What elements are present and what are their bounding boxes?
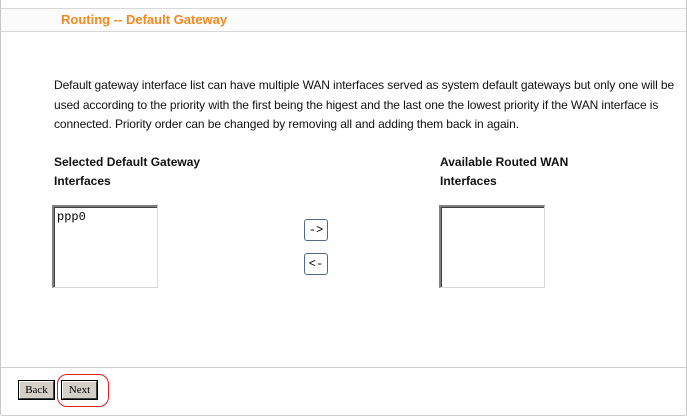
selected-gateway-heading-line2: Interfaces: [54, 174, 111, 188]
add-interface-button[interactable]: ->: [304, 219, 328, 241]
back-button[interactable]: Back: [19, 381, 54, 399]
next-highlight-annotation: [57, 374, 109, 407]
bottom-border: [1, 415, 686, 416]
selected-gateway-listbox[interactable]: ppp0: [52, 205, 158, 288]
available-wan-heading-line2: Interfaces: [440, 174, 497, 188]
page-title: Routing -- Default Gateway: [61, 12, 228, 27]
available-wan-heading: Available Routed WAN Interfaces: [440, 153, 568, 191]
selected-gateway-option[interactable]: ppp0: [57, 210, 86, 224]
title-bar: Routing -- Default Gateway: [1, 8, 686, 32]
remove-interface-button[interactable]: <-: [304, 253, 328, 275]
footer-divider: [1, 367, 686, 368]
selected-gateway-heading: Selected Default Gateway Interfaces: [54, 153, 200, 191]
available-wan-heading-line1: Available Routed WAN: [440, 155, 569, 169]
selected-gateway-heading-line1: Selected Default Gateway: [54, 155, 201, 169]
page-description: Default gateway interface list can have …: [54, 78, 675, 131]
available-wan-listbox[interactable]: [439, 205, 545, 288]
